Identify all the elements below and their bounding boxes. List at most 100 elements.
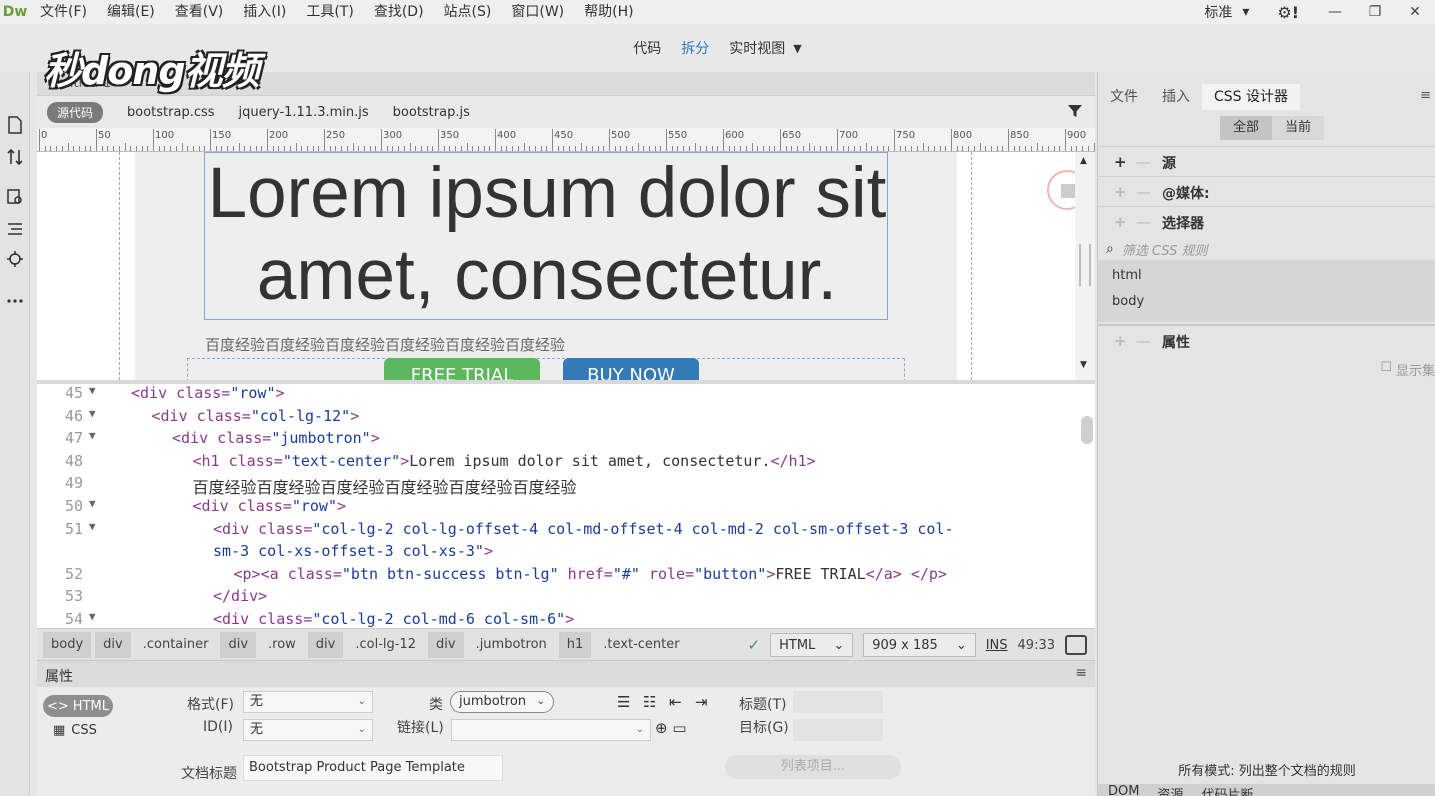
point-to-file-icon[interactable]: ⊕ ▭ [655,719,687,737]
filter-icon[interactable] [1067,103,1083,123]
code-scrollbar-thumb[interactable] [1081,416,1093,444]
preview-icon[interactable] [1065,635,1087,655]
breadcrumb-item[interactable]: div [95,631,131,658]
menu-insert[interactable]: 插入(I) [233,0,296,24]
view-live-button[interactable]: 实时视图 [729,38,785,58]
related-file-bootstrap-js[interactable]: bootstrap.js [393,105,470,120]
menu-window[interactable]: 窗口(W) [501,0,574,24]
ordered-list-icon[interactable]: ☷ [643,693,656,711]
section-selector[interactable]: + — 选择器 [1098,206,1435,236]
link-input[interactable]: ⌄ [451,719,651,741]
code-line[interactable]: 48 <h1 class="text-center">Lorem ipsum do… [37,452,1077,475]
breadcrumb-item[interactable]: div [428,631,464,658]
minus-icon[interactable]: — [1136,213,1151,231]
plus-icon[interactable]: + [1114,213,1127,231]
new-document-icon[interactable] [5,116,25,136]
toggle-current[interactable]: 当前 [1272,116,1324,140]
minus-icon[interactable]: — [1136,183,1151,201]
tab-insert[interactable]: 插入 [1150,84,1202,110]
fold-arrow-icon[interactable]: ▼ [89,429,96,442]
breadcrumb-item[interactable]: div [220,631,257,658]
menu-view[interactable]: 查看(V) [165,0,234,24]
close-button[interactable]: ✕ [1395,1,1435,23]
scroll-up-icon[interactable]: ▲ [1080,156,1087,166]
menu-icon[interactable]: ≡ [1075,665,1087,681]
minimize-button[interactable]: — [1315,1,1355,23]
toggle-all[interactable]: 全部 [1220,116,1272,140]
show-set-checkbox[interactable]: ☐ 显示集 [1380,360,1435,379]
view-live-dropdown-icon[interactable]: ▼ [793,42,801,55]
unordered-list-icon[interactable]: ☰ [617,693,630,711]
tab-snippets[interactable]: 代码片断 [1201,784,1253,796]
code-line[interactable]: 51 ▼ <div class="col-lg-2 col-lg-offset-4 … [37,520,1077,543]
heading-box[interactable]: Lorem ipsum dolor sit amet, consectetur. [204,152,888,320]
code-line[interactable]: 46 ▼ <div class="col-lg-12"> [37,407,1077,430]
tab-files[interactable]: 文件 [1098,84,1150,110]
tab-dom[interactable]: DOM [1108,784,1139,796]
code-view[interactable]: 45 ▼ <div class="row"> 46 ▼ <div class="col-l… [37,384,1095,628]
scroll-grip[interactable] [1079,244,1091,286]
fold-arrow-icon[interactable]: ▼ [89,610,96,623]
language-select[interactable]: HTML ⌄ [770,633,854,657]
related-file-jquery[interactable]: jquery-1.11.3.min.js [239,105,369,120]
html-mode-button[interactable]: <> HTML [43,695,113,717]
code-line[interactable]: 47 ▼ <div class="jumbotron"> [37,429,1077,452]
gear-icon[interactable]: ⚙! [1261,3,1315,22]
breadcrumb-item[interactable]: .text-center [595,632,687,658]
breadcrumb-item[interactable]: .row [260,632,304,658]
sort-icon[interactable] [5,148,25,168]
menu-site[interactable]: 站点(S) [434,0,502,24]
section-media[interactable]: + — @媒体: [1098,176,1435,206]
more-icon[interactable] [5,292,25,312]
source-code-button[interactable]: 源代码 [47,101,104,123]
live-view-scrollbar[interactable]: ▲ ▼ [1075,152,1095,380]
format-lines-icon[interactable] [5,220,25,240]
target-icon[interactable] [5,250,25,270]
window-size-select[interactable]: 909 x 185 ⌄ [863,633,976,657]
section-source[interactable]: + — 源 [1098,146,1435,176]
outdent-icon[interactable]: ⇤ [669,693,682,711]
id-select[interactable]: 无 ⌄ [243,719,373,741]
section-properties[interactable]: + — 属性 [1098,324,1435,354]
buy-now-button[interactable]: BUY NOW [563,358,699,380]
tab-css-designer[interactable]: CSS 设计器 [1202,84,1300,110]
insert-mode[interactable]: INS [986,638,1008,653]
fold-arrow-icon[interactable]: ▼ [89,497,96,510]
breadcrumb-item[interactable]: div [307,631,344,658]
inspect-icon[interactable] [5,188,25,208]
menu-icon[interactable]: ≡ [1420,88,1431,103]
related-file-bootstrap-css[interactable]: bootstrap.css [127,105,215,120]
menu-file[interactable]: 文件(F) [30,0,97,24]
breadcrumb-item[interactable]: .col-lg-12 [347,632,424,658]
doc-title-input[interactable]: Bootstrap Product Page Template [243,755,503,781]
breadcrumb-item[interactable]: h1 [558,631,592,658]
breadcrumb-item[interactable]: .jumbotron [468,632,555,658]
minus-icon[interactable]: — [1136,153,1151,171]
maximize-button[interactable]: ❐ [1355,1,1395,23]
view-split-button[interactable]: 拆分 [681,38,709,58]
scroll-down-icon[interactable]: ▼ [1080,360,1087,370]
free-trial-button[interactable]: FREE TRIAL [384,358,540,380]
plus-icon[interactable]: + [1114,153,1127,171]
fold-arrow-icon[interactable]: ▼ [89,520,96,533]
code-line[interactable]: 54 ▼ <div class="col-lg-2 col-md-6 col-sm-… [37,610,1077,628]
code-line[interactable]: 45 ▼ <div class="row"> [37,384,1077,407]
minus-icon[interactable]: — [1136,332,1151,350]
code-line[interactable]: 52 <p><a class="btn btn-success btn-lg" h… [37,565,1077,588]
plus-icon[interactable]: + [1114,332,1127,350]
fold-arrow-icon[interactable]: ▼ [89,384,96,397]
format-select[interactable]: 无 ⌄ [243,691,373,713]
view-code-button[interactable]: 代码 [633,38,661,58]
menu-find[interactable]: 查找(D) [364,0,434,24]
code-line[interactable]: 50 ▼ <div class="row"> [37,497,1077,520]
plus-icon[interactable]: + [1114,183,1127,201]
breadcrumb-item[interactable]: body [43,631,92,658]
indent-icon[interactable]: ⇥ [695,693,708,711]
tab-assets[interactable]: 资源 [1157,784,1183,796]
css-filter[interactable]: ⌕ 筛选 CSS 规则 [1098,238,1435,260]
menu-edit[interactable]: 编辑(E) [97,0,165,24]
breadcrumb-item[interactable]: .container [135,632,217,658]
code-line[interactable]: sm-3 col-xs-offset-3 col-xs-3"> [37,542,1077,565]
code-line[interactable]: 53 </div> [37,587,1077,610]
selector-item[interactable]: html [1112,268,1142,283]
